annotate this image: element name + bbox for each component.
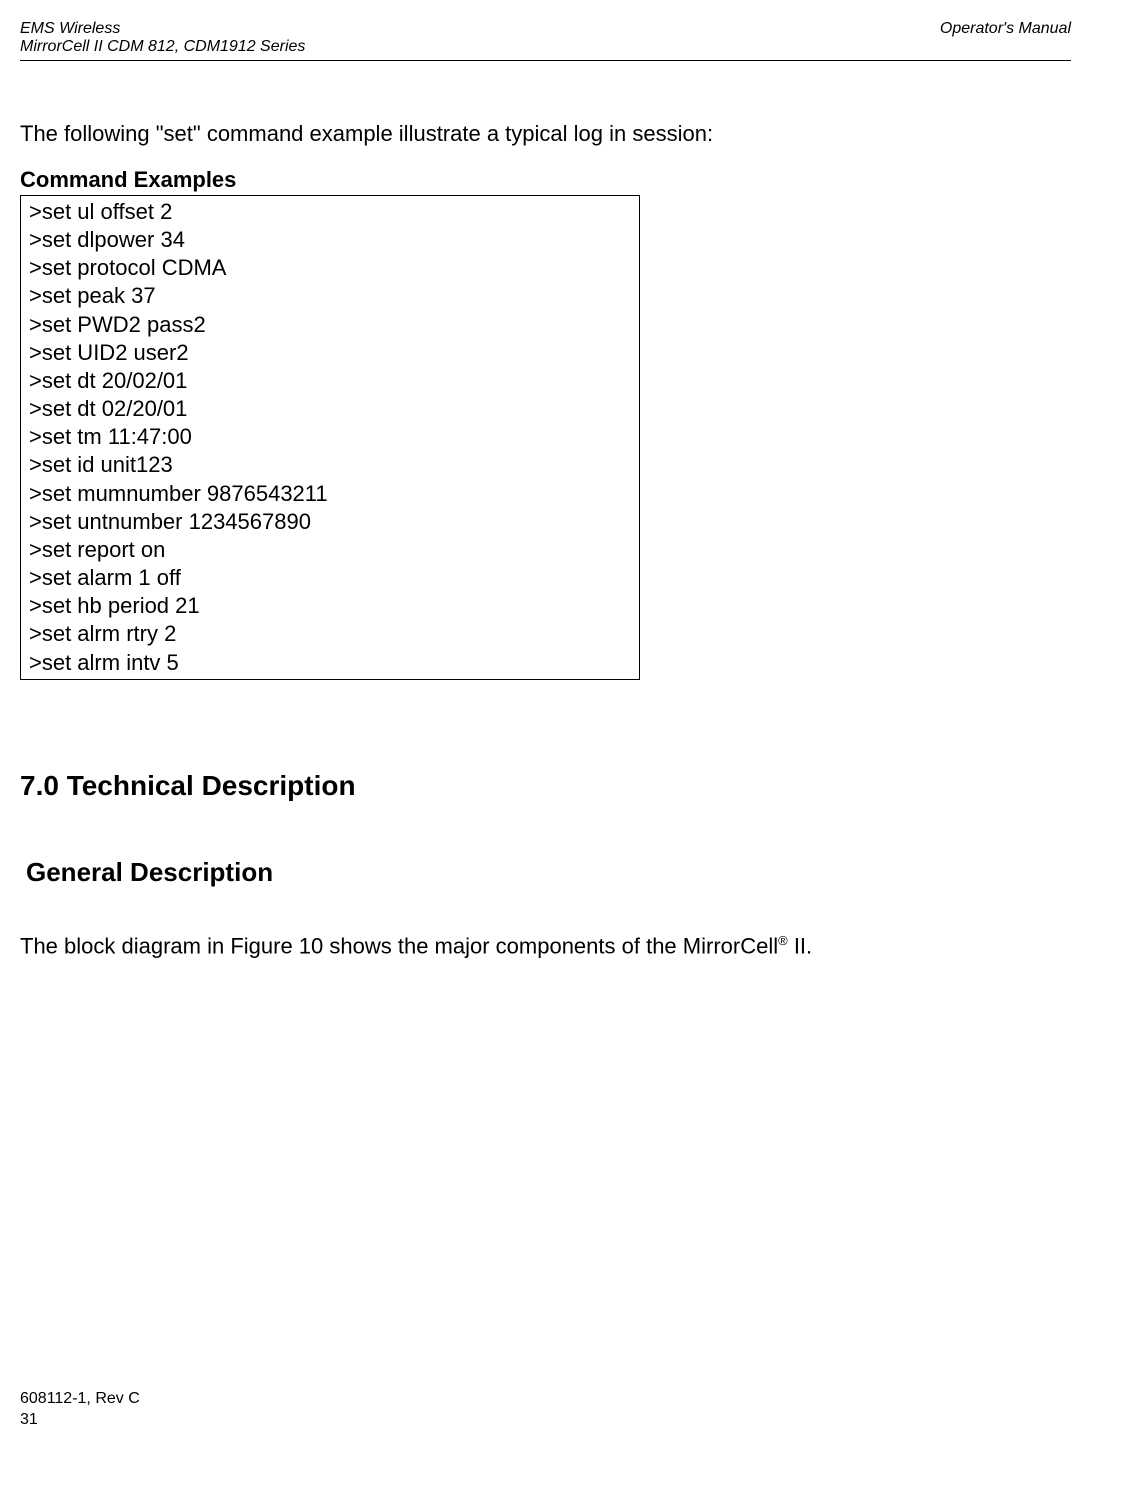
command-line: >set hb period 21	[29, 592, 631, 620]
command-line: >set alrm rtry 2	[29, 620, 631, 648]
general-description-heading: General Description	[26, 857, 1071, 888]
page-footer: 608112-1, Rev C 31	[20, 1388, 140, 1431]
header-company: EMS Wireless	[20, 20, 120, 37]
header-left: EMS Wireless MirrorCell II CDM 812, CDM1…	[20, 20, 305, 56]
command-examples-title: Command Examples	[20, 167, 1071, 193]
footer-revision: 608112-1, Rev C	[20, 1388, 140, 1410]
header-product: MirrorCell II CDM 812, CDM1912 Series	[20, 38, 305, 55]
command-line: >set alarm 1 off	[29, 564, 631, 592]
command-line: >set tm 11:47:00	[29, 423, 631, 451]
command-line: >set dlpower 34	[29, 226, 631, 254]
command-line: >set mumnumber 9876543211	[29, 480, 631, 508]
header-doc-type: Operator's Manual	[940, 20, 1071, 37]
command-line: >set UID2 user2	[29, 339, 631, 367]
footer-page-number: 31	[20, 1409, 140, 1431]
header-right: Operator's Manual	[940, 20, 1071, 56]
page-header: EMS Wireless MirrorCell II CDM 812, CDM1…	[20, 20, 1071, 61]
command-line: >set untnumber 1234567890	[29, 508, 631, 536]
section-7-heading: 7.0 Technical Description	[20, 770, 1071, 802]
command-line: >set dt 02/20/01	[29, 395, 631, 423]
command-line: >set ul offset 2	[29, 198, 631, 226]
command-line: >set alrm intv 5	[29, 649, 631, 677]
command-line: >set protocol CDMA	[29, 254, 631, 282]
block-diagram-paragraph: The block diagram in Figure 10 shows the…	[20, 933, 1071, 959]
block-diagram-text-post: II.	[788, 933, 812, 958]
command-line: >set id unit123	[29, 451, 631, 479]
block-diagram-text-pre: The block diagram in Figure 10 shows the…	[20, 933, 778, 958]
registered-symbol: ®	[778, 933, 788, 948]
command-line: >set PWD2 pass2	[29, 311, 631, 339]
command-line: >set dt 20/02/01	[29, 367, 631, 395]
command-line: >set peak 37	[29, 282, 631, 310]
command-examples-box: >set ul offset 2 >set dlpower 34 >set pr…	[20, 195, 640, 680]
command-line: >set report on	[29, 536, 631, 564]
intro-paragraph: The following "set" command example illu…	[20, 121, 1071, 147]
